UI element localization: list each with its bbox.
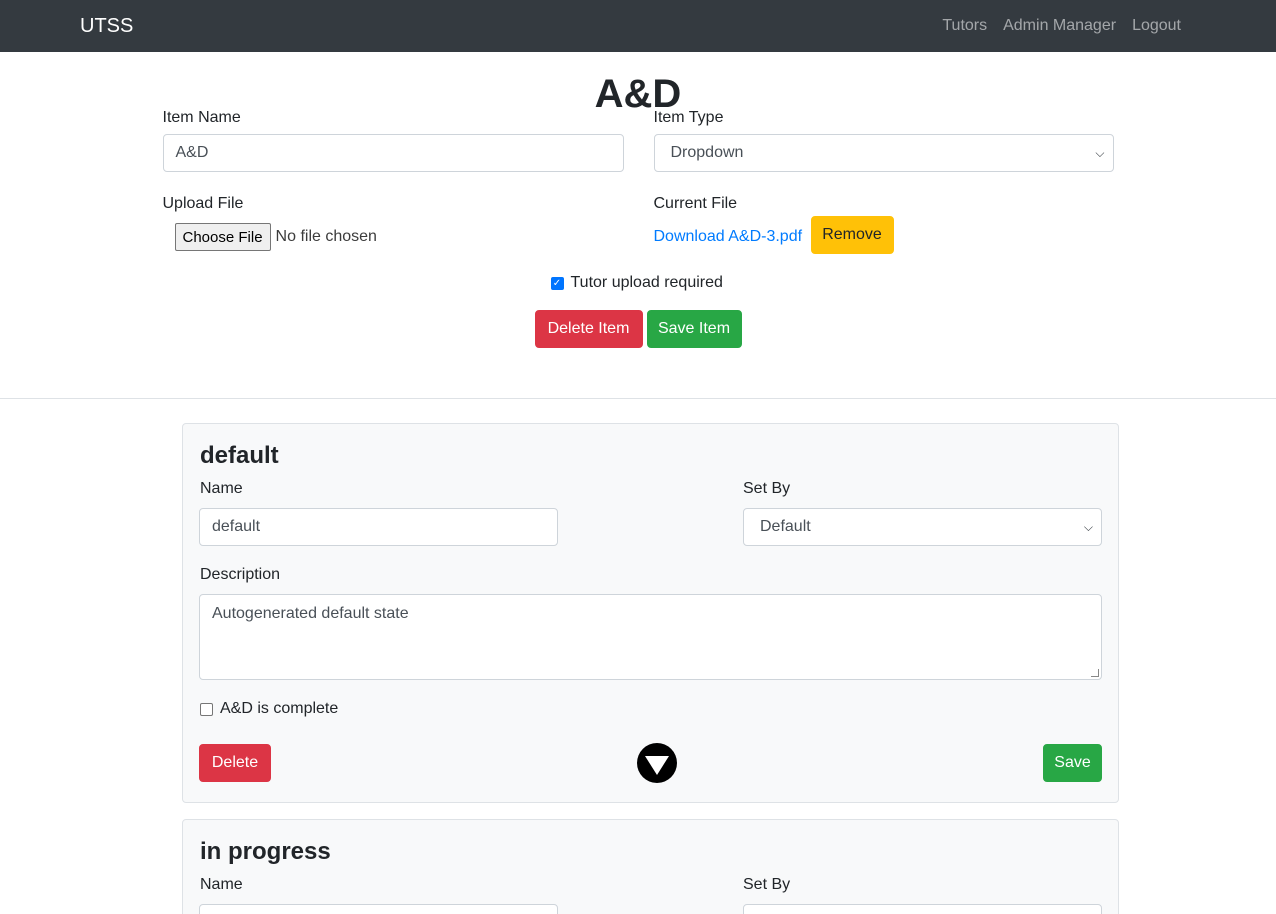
navbar: UTSS Tutors Admin Manager Logout	[0, 0, 1276, 52]
remove-file-button[interactable]: Remove	[810, 216, 894, 254]
item-name-label: Item Name	[162, 109, 241, 126]
complete-row: A&D is complete	[200, 700, 338, 718]
item-type-label: Item Type	[653, 109, 724, 126]
nav-links: Tutors Admin Manager Logout	[942, 17, 1181, 35]
state-name-label: Name	[200, 480, 243, 497]
state-card-in-progress: in progress Name Set By	[182, 819, 1119, 914]
tutor-upload-row: ✓ Tutor upload required	[550, 274, 723, 292]
state-name-input[interactable]: default	[199, 508, 558, 546]
nav-link-logout[interactable]: Logout	[1132, 17, 1181, 35]
state-card-default: default Name default Set By Default ⌵ De…	[182, 423, 1119, 803]
item-name-input[interactable]: A&D	[162, 134, 624, 172]
set-by-label: Set By	[743, 876, 791, 893]
chevron-down-icon: ⌵	[1083, 519, 1093, 534]
save-item-button[interactable]: Save Item	[646, 310, 742, 348]
description-label: Description	[200, 566, 281, 583]
complete-label: A&D is complete	[220, 700, 339, 717]
collapse-toggle-button[interactable]	[637, 743, 677, 783]
item-type-value: Dropdown	[670, 144, 744, 161]
nav-link-tutors[interactable]: Tutors	[942, 17, 987, 35]
triangle-down-icon	[645, 755, 669, 775]
item-type-select[interactable]: Dropdown ⌵	[653, 134, 1114, 172]
current-file-label: Current File	[653, 195, 738, 212]
download-file-link[interactable]: Download A&D-3.pdf	[654, 228, 803, 246]
delete-item-button[interactable]: Delete Item	[534, 310, 643, 348]
item-name-value: A&D	[175, 144, 209, 161]
description-textarea[interactable]: Autogenerated default state	[199, 594, 1102, 680]
no-file-text: No file chosen	[275, 228, 377, 245]
state-title: default	[200, 442, 279, 469]
set-by-value: Default	[760, 518, 811, 535]
state-name-value: default	[212, 518, 261, 535]
state-name-input[interactable]	[199, 904, 558, 914]
divider	[0, 398, 1276, 399]
chevron-down-icon: ⌵	[1095, 145, 1105, 160]
upload-file-label: Upload File	[162, 195, 244, 212]
nav-link-admin-manager[interactable]: Admin Manager	[1003, 17, 1116, 35]
state-name-label: Name	[200, 876, 243, 893]
complete-checkbox[interactable]	[200, 702, 213, 716]
choose-file-button[interactable]: Choose File	[174, 223, 271, 251]
tutor-upload-label: Tutor upload required	[570, 274, 723, 291]
item-form: Item Name A&D Item Type Dropdown ⌵ Uploa…	[162, 109, 1114, 418]
file-input[interactable]: Choose File No file chosen	[174, 223, 377, 251]
set-by-label: Set By	[743, 480, 791, 497]
set-by-select[interactable]	[743, 904, 1102, 914]
save-state-button[interactable]: Save	[1043, 744, 1102, 782]
set-by-select[interactable]: Default ⌵	[743, 508, 1102, 546]
brand-logo[interactable]: UTSS	[80, 15, 133, 38]
tutor-upload-checkbox[interactable]: ✓	[550, 276, 564, 290]
state-title: in progress	[200, 838, 331, 865]
description-value: Autogenerated default state	[212, 605, 409, 622]
delete-state-button[interactable]: Delete	[199, 744, 271, 782]
resize-handle-icon[interactable]	[1091, 669, 1099, 677]
